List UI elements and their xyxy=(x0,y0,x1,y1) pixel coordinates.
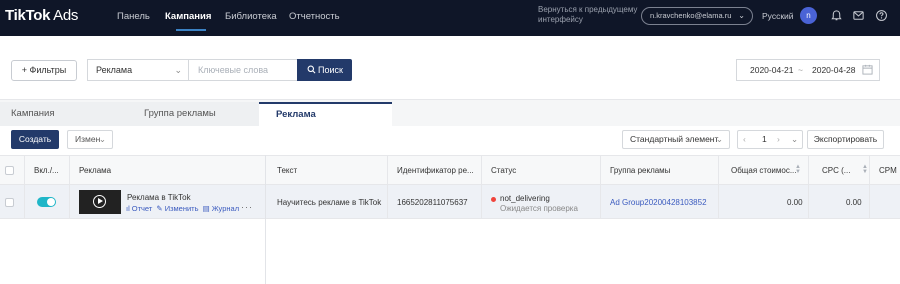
edit-icon: ✎ xyxy=(156,204,163,213)
chevron-down-icon: ⌄ xyxy=(174,65,182,75)
filter-toolbar: + Фильтры Реклама ⌄ Поиск 2020-04-21 ~ 20… xyxy=(0,36,900,100)
pagination: ‹ 1 › ⌄ xyxy=(737,130,803,149)
row-checkbox[interactable] xyxy=(5,198,14,207)
select-all-checkbox[interactable] xyxy=(5,166,14,175)
filters-button[interactable]: + Фильтры xyxy=(11,60,77,81)
top-navigation-bar: TikTok Ads Панель Кампания Библиотека Отч… xyxy=(0,0,900,36)
column-divider xyxy=(718,155,719,219)
column-divider xyxy=(69,155,70,219)
message-icon[interactable] xyxy=(852,9,865,22)
bell-icon[interactable] xyxy=(830,9,843,22)
search-scope-select[interactable]: Реклама ⌄ xyxy=(87,59,189,81)
column-header-total-cost[interactable]: Общая стоимос... xyxy=(731,166,797,175)
account-email-dropdown[interactable]: n.kravchenko@elama.ru ⌄ xyxy=(641,7,753,25)
account-email: n.kravchenko@elama.ru xyxy=(650,11,732,20)
search-button[interactable]: Поиск xyxy=(297,59,352,81)
nav-active-indicator xyxy=(176,29,206,31)
ad-video-thumbnail[interactable] xyxy=(79,190,121,214)
search-icon xyxy=(307,65,316,74)
search-button-label: Поиск xyxy=(318,65,343,75)
chevron-down-icon: ⌄ xyxy=(98,134,106,144)
create-button[interactable]: Создать xyxy=(11,130,59,149)
export-button[interactable]: Экспортировать xyxy=(807,130,884,149)
frozen-columns-divider xyxy=(265,155,266,284)
date-from: 2020-04-21 xyxy=(750,65,794,75)
more-actions-icon[interactable]: ··· xyxy=(241,202,253,212)
ad-action-links: ıl Отчет ✎ Изменить ▤ Журнал xyxy=(126,204,241,213)
column-header-cpm[interactable]: CPM xyxy=(879,166,897,175)
tab-ad-group[interactable]: Группа рекламы xyxy=(127,102,259,126)
tab-ad[interactable]: Реклама xyxy=(259,102,392,126)
play-icon xyxy=(93,195,106,208)
column-view-select[interactable]: Стандартный элемент ⌄ xyxy=(622,130,730,149)
column-divider xyxy=(24,155,25,219)
journal-icon: ▤ xyxy=(202,204,210,213)
chevron-down-icon: ⌄ xyxy=(715,134,723,144)
date-to: 2020-04-28 xyxy=(812,65,856,75)
page-number[interactable]: 1 xyxy=(762,131,767,148)
report-icon: ıl xyxy=(126,204,130,213)
sort-icon[interactable]: ▲ ▼ xyxy=(862,164,868,175)
nav-reporting[interactable]: Отчетность xyxy=(289,11,340,22)
report-link[interactable]: Отчет xyxy=(132,204,153,213)
ad-id: 1665202811075637 xyxy=(397,198,468,207)
nav-campaign[interactable]: Кампания xyxy=(165,11,211,22)
date-range-picker[interactable]: 2020-04-21 ~ 2020-04-28 xyxy=(736,59,880,81)
column-divider xyxy=(387,155,388,219)
keyword-search-input[interactable] xyxy=(189,59,298,81)
column-header-enabled[interactable]: Вкл./... xyxy=(34,166,59,175)
sort-icon[interactable]: ▲ ▼ xyxy=(795,164,801,175)
column-divider xyxy=(481,155,482,219)
chevron-down-icon: ⌄ xyxy=(738,11,745,20)
cpc-value: 0.00 xyxy=(846,198,862,207)
tab-campaign[interactable]: Кампания xyxy=(0,102,127,126)
column-header-ad-group[interactable]: Группа рекламы xyxy=(610,166,670,175)
total-cost-value: 0.00 xyxy=(787,198,803,207)
nav-dashboard[interactable]: Панель xyxy=(117,11,150,22)
status-dot xyxy=(491,197,496,202)
nav-library[interactable]: Библиотека xyxy=(225,11,277,22)
logo-brand: TikTok xyxy=(5,7,51,24)
language-selector[interactable]: Русский xyxy=(762,11,794,21)
ad-status-detail: Ожидается проверка xyxy=(500,204,578,213)
avatar[interactable]: n xyxy=(800,7,817,24)
column-header-text[interactable]: Текст xyxy=(277,166,297,175)
date-separator: ~ xyxy=(798,65,803,75)
column-header-ad[interactable]: Реклама xyxy=(79,166,111,175)
ad-enabled-toggle[interactable] xyxy=(37,197,56,207)
table-row[interactable]: Реклама в TikTok ıl Отчет ✎ Изменить ▤ Журн… xyxy=(0,185,900,219)
ad-status: not_delivering xyxy=(500,194,550,203)
ads-content-panel: Создать Измен ⌄ Стандартный элемент ⌄ ‹ 1 … xyxy=(0,126,900,284)
column-header-status[interactable]: Статус xyxy=(491,166,516,175)
journal-link[interactable]: Журнал xyxy=(212,204,239,213)
page-size-dropdown[interactable]: ⌄ xyxy=(791,131,798,148)
help-icon[interactable] xyxy=(875,9,888,22)
column-divider xyxy=(869,155,870,219)
edit-dropdown[interactable]: Измен ⌄ xyxy=(67,130,113,149)
calendar-icon xyxy=(862,64,873,75)
ad-text: Научитесь рекламе в TikTok xyxy=(277,198,382,207)
edit-dropdown-label: Измен xyxy=(75,134,101,144)
ad-group-link[interactable]: Ad Group20200428103852 xyxy=(610,198,707,207)
tiktok-ads-logo[interactable]: TikTok Ads xyxy=(5,7,78,24)
edit-link[interactable]: Изменить xyxy=(165,204,199,213)
column-header-ad-id[interactable]: Идентификатор ре... xyxy=(397,166,474,175)
column-view-value: Стандартный элемент xyxy=(630,134,719,144)
table-header: Вкл./... Реклама Текст Идентификатор ре.… xyxy=(0,155,900,185)
search-scope-value: Реклама xyxy=(96,65,133,75)
column-divider xyxy=(808,155,809,219)
ad-name[interactable]: Реклама в TikTok xyxy=(127,193,191,202)
logo-product: Ads xyxy=(53,7,79,24)
next-page-button[interactable]: › xyxy=(777,131,780,148)
back-to-previous-interface-link[interactable]: Вернуться к предыдущему интерфейсу xyxy=(538,5,638,25)
previous-page-button[interactable]: ‹ xyxy=(743,131,746,148)
column-divider xyxy=(600,155,601,219)
column-header-cpc[interactable]: CPC (... xyxy=(822,166,850,175)
